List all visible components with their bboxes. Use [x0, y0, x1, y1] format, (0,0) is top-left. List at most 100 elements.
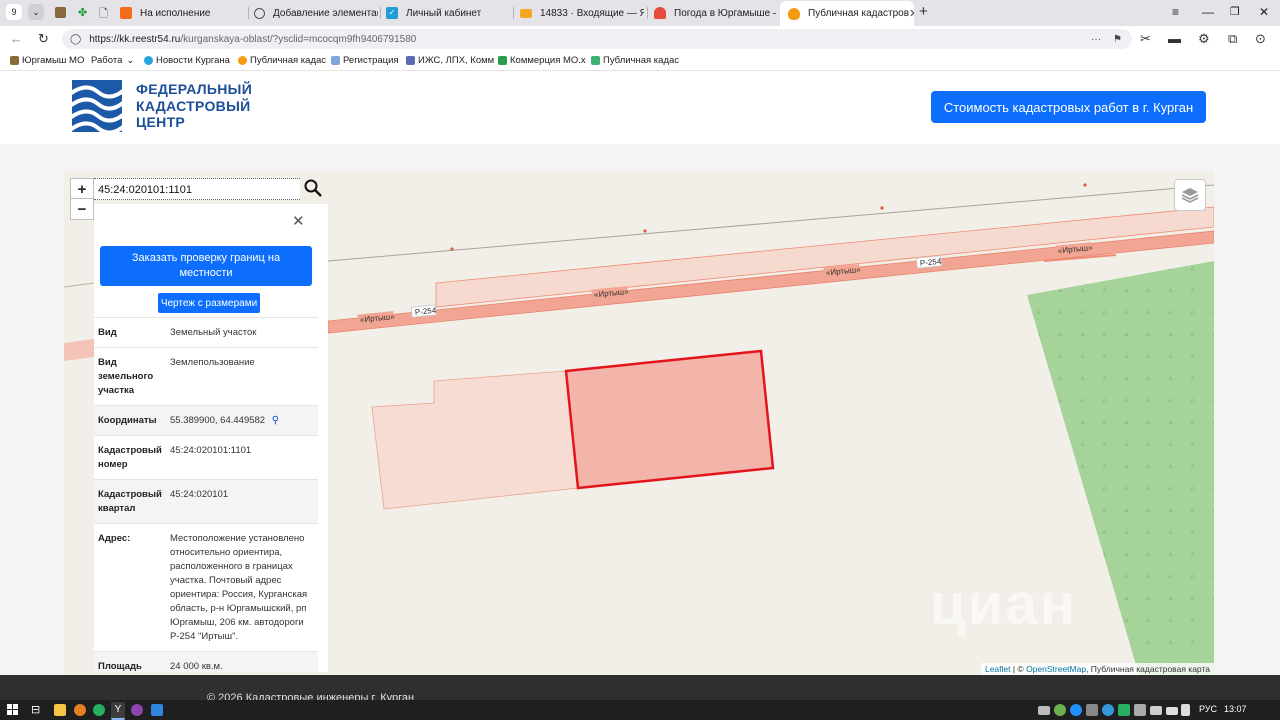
file-explorer-icon[interactable] [54, 704, 66, 716]
tray-app-icon[interactable] [1102, 704, 1114, 716]
logo-line: КАДАСТРОВЫЙ [136, 97, 251, 114]
downloads-icon[interactable]: ▬ [1168, 31, 1181, 46]
telegram-icon [144, 56, 153, 65]
close-icon[interactable]: ✕ [292, 212, 305, 230]
tab-list-chevron-icon[interactable]: ⌄ [28, 4, 44, 20]
tray-app-icon[interactable] [1086, 704, 1098, 716]
app-icon[interactable] [74, 704, 86, 716]
bookmark-label: Коммерция МО.х [510, 55, 586, 66]
coordinates-value: 55.389900, 64.449582 [170, 415, 266, 426]
extensions-icon[interactable]: ⚙ [1198, 31, 1210, 47]
cadastral-price-button[interactable]: Стоимость кадастровых работ в г. Курган [931, 91, 1206, 123]
tab-close-icon[interactable]: ✕ [909, 7, 914, 20]
window-close-icon[interactable]: ✕ [1259, 5, 1269, 19]
tab-label: Публичная кадастров [808, 8, 910, 19]
order-boundary-check-button[interactable]: Заказать проверку границ на местности [100, 246, 312, 286]
map-pin-icon[interactable]: ⚲ [272, 415, 279, 426]
attribution-separator: | © [1010, 664, 1027, 674]
display-icon[interactable] [1150, 706, 1162, 715]
tab-counter[interactable]: 9 [6, 4, 22, 20]
browser-menu-icon[interactable]: ≡ [1172, 5, 1179, 19]
tab-na-ispolnenie[interactable]: На исполнение [120, 2, 246, 24]
cadastral-search-input[interactable]: 45:24:020101:1101 [94, 178, 300, 200]
logo-text[interactable]: ФЕДЕРАЛЬНЫЙ КАДАСТРОВЫЙ ЦЕНТР [136, 81, 252, 131]
bookmark-flag-icon[interactable]: ⚑ [1113, 34, 1122, 45]
parcel-info-panel: ✕ Заказать проверку границ на местности … [94, 204, 328, 672]
bookmark-item[interactable]: Юргамыш МО [10, 55, 84, 66]
search-icon[interactable] [304, 179, 322, 200]
bookmark-item[interactable]: Регистрация [331, 55, 399, 66]
tray-app-icon[interactable] [1054, 704, 1066, 716]
collections-icon[interactable]: ⧉ [1228, 31, 1237, 47]
browser-tab-bar: 9 ⌄ ✤ 🗋 На исполнение Добавление элемент… [0, 0, 1280, 26]
bookmark-label: Юргамыш МО [22, 55, 85, 66]
bookmark-label: Регистрация [343, 55, 399, 66]
new-tab-button[interactable]: + [919, 3, 928, 20]
mail-icon [520, 8, 532, 18]
zoom-in-button[interactable]: + [70, 178, 94, 200]
minimize-icon[interactable]: — [1202, 5, 1214, 19]
site-info-icon[interactable]: ◯ [70, 34, 81, 45]
cart-icon [498, 56, 507, 65]
site-footer: © 2026 Кадастровые инженеры г. Курган [0, 675, 1280, 704]
tab-dobavlenie[interactable]: Добавление элемента(ор [254, 2, 378, 24]
more-dots-icon[interactable]: ··· [1091, 34, 1101, 45]
bookmark-label: Новости Кургана [156, 55, 230, 66]
tab-weather[interactable]: Погода в Юргамыше — П [654, 2, 776, 24]
selected-parcel[interactable] [564, 349, 775, 490]
printer-icon[interactable] [1038, 706, 1050, 715]
property-value: Местоположение установлено относительно … [170, 533, 308, 642]
bookmark-item[interactable]: Публичная кадас [238, 55, 326, 66]
tray-app-icon[interactable] [1070, 704, 1082, 716]
pinned-tab-icon[interactable] [55, 7, 66, 18]
map-attribution: Leaflet | © OpenStreetMap, Публичная кад… [980, 663, 1214, 675]
back-arrow-icon[interactable]: ← [10, 31, 23, 46]
tray-app-icon[interactable] [1118, 704, 1130, 716]
pinned-doc-icon[interactable]: 🗋 [99, 5, 108, 24]
bookmark-item[interactable]: Коммерция МО.х [498, 55, 586, 66]
app-icon[interactable] [93, 704, 105, 716]
address-bar[interactable]: ◯ https://kk.reestr54.ru /kurganskaya-ob… [62, 29, 1132, 49]
start-icon[interactable] [7, 704, 18, 715]
clock[interactable]: 13:07 [1224, 704, 1247, 714]
house-icon [406, 56, 415, 65]
pinned-apps-icon[interactable]: ✤ [78, 6, 87, 19]
bookmark-item[interactable]: ИЖС, ЛПХ, Комм [406, 55, 494, 66]
logo-waves-icon[interactable] [72, 80, 122, 132]
tab-lichny-kabinet[interactable]: ✓ Личный кабинет [386, 2, 510, 24]
bookmark-item[interactable]: Публичная кадас [591, 55, 679, 66]
tools-icon[interactable]: ✂ [1140, 31, 1151, 47]
property-label: Кадастровый номер [98, 445, 162, 470]
leaflet-link[interactable]: Leaflet [985, 664, 1011, 674]
task-view-icon[interactable]: ⊟ [31, 703, 40, 716]
property-row: Площадь уточненная: 24 000 кв.м. [94, 651, 318, 672]
bookmarks-bar: Юргамыш МО Работа ⌄ Новости Кургана Публи… [0, 52, 1280, 71]
layers-icon[interactable] [1174, 179, 1206, 211]
logo-line: ЦЕНТР [136, 114, 186, 130]
cadastral-map[interactable]: ᐞ «Иртыш» Р-254 «Иртыш» «Иртыш» Р-254 «И… [64, 171, 1214, 675]
property-label: Адрес: [98, 533, 131, 544]
property-label: Вид земельного участка [98, 357, 154, 396]
property-value: 55.389900, 64.449582 ⚲ [170, 414, 314, 428]
app-icon[interactable] [151, 704, 163, 716]
bookmark-item[interactable]: Новости Кургана [144, 55, 230, 66]
network-icon[interactable] [1166, 707, 1178, 715]
url-host: https://kk.reestr54.ru [89, 33, 181, 45]
drawing-with-dimensions-button[interactable]: Чертеж с размерами [158, 293, 260, 313]
property-label: Кадастровый квартал [98, 489, 162, 514]
property-row: Вид земельного участка Землепользование [94, 347, 318, 405]
property-row: Вид Земельный участок [94, 317, 318, 347]
bookmark-folder[interactable]: Работа ⌄ [91, 55, 134, 66]
app-icon[interactable] [131, 704, 143, 716]
restore-icon[interactable]: ❐ [1230, 5, 1240, 18]
tab-mail[interactable]: 14833 · Входящие — Янд [520, 2, 644, 24]
yandex-browser-icon[interactable]: Y [111, 702, 125, 720]
volume-icon[interactable] [1181, 704, 1190, 716]
tray-app-icon[interactable] [1134, 704, 1146, 716]
osm-link[interactable]: OpenStreetMap [1026, 664, 1086, 674]
reload-icon[interactable]: ↻ [38, 31, 49, 47]
download-circle-icon[interactable]: ⊙ [1255, 31, 1266, 47]
tab-public-cadastral[interactable]: Публичная кадастров ✕ [780, 1, 914, 26]
zoom-out-button[interactable]: − [70, 198, 94, 220]
keyboard-language[interactable]: РУС [1199, 704, 1217, 714]
